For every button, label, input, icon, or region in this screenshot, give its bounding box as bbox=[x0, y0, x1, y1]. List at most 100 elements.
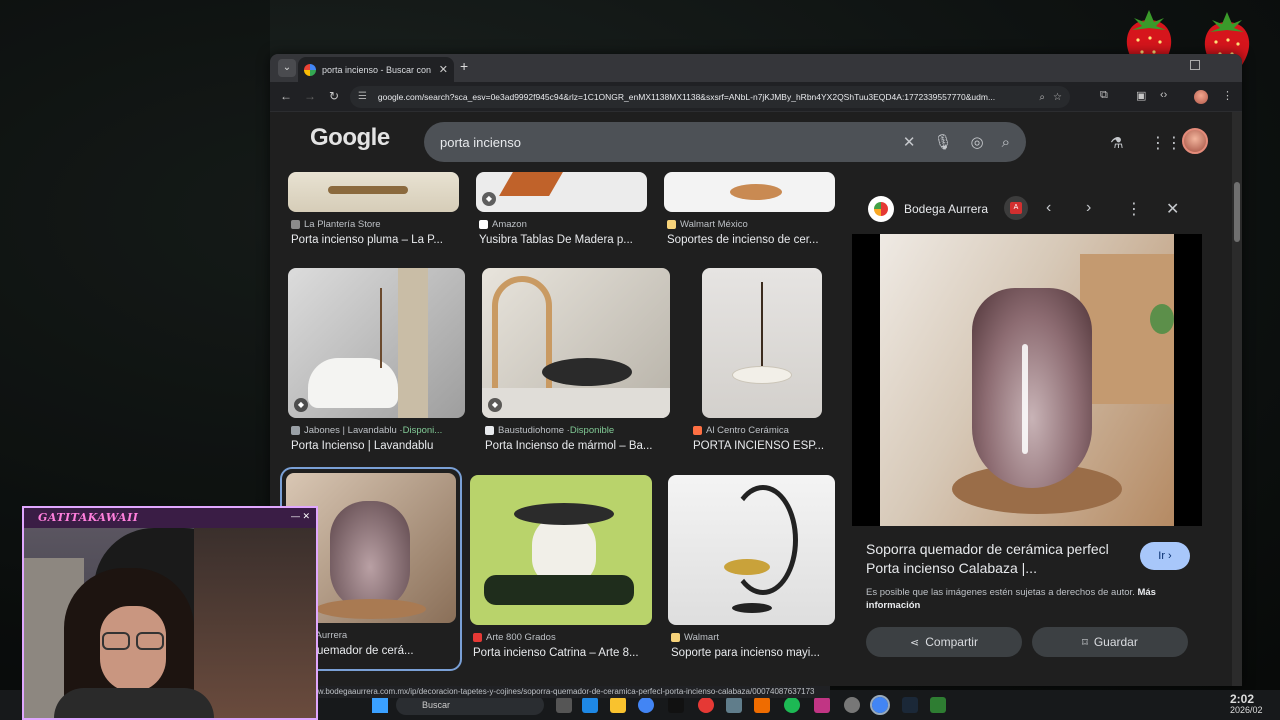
result-title[interactable]: Soportes de incienso de cer... bbox=[667, 234, 835, 246]
tiktok-icon[interactable] bbox=[668, 697, 684, 713]
tab-search-button[interactable]: ⌄ bbox=[278, 59, 296, 77]
result-title[interactable]: Yusibra Tablas De Madera p... bbox=[479, 234, 647, 246]
source-name: Walmart México bbox=[680, 219, 748, 230]
extensions-icon[interactable]: ⧉ bbox=[1100, 89, 1108, 102]
clear-icon[interactable]: ✕ bbox=[903, 133, 916, 151]
result-image[interactable] bbox=[470, 475, 652, 625]
zoom-icon[interactable]: ⌕ bbox=[1039, 92, 1045, 103]
source-favicon-icon bbox=[693, 426, 702, 435]
panel-title[interactable]: Soporra quemador de cerámica perfecl Por… bbox=[866, 540, 1116, 578]
source-name: Arte 800 Grados bbox=[486, 632, 556, 643]
task-view-icon[interactable] bbox=[556, 697, 572, 713]
browser-tab[interactable]: porta incienso - Buscar con Google ✕ bbox=[298, 57, 454, 82]
source-name: Al Centro Cerámica bbox=[706, 425, 789, 436]
scrollbar-thumb[interactable] bbox=[1234, 182, 1240, 242]
back-button[interactable]: ← bbox=[278, 88, 294, 104]
app-orange-icon[interactable] bbox=[754, 697, 770, 713]
result-image[interactable] bbox=[664, 172, 835, 212]
source-logo[interactable] bbox=[868, 196, 894, 222]
search-input[interactable] bbox=[440, 134, 885, 150]
result-image[interactable] bbox=[702, 268, 822, 418]
source-favicon-icon bbox=[479, 220, 488, 229]
result-source: Arte 800 Grados bbox=[473, 632, 652, 643]
result-title[interactable]: Soporte para incienso mayi... bbox=[671, 647, 835, 659]
reload-button[interactable]: ↻ bbox=[326, 88, 342, 104]
source-favicon-icon bbox=[671, 633, 680, 642]
save-button[interactable]: ⌑ Guardar bbox=[1032, 627, 1188, 657]
result-source: Walmart bbox=[671, 632, 835, 643]
result-image[interactable]: ◆ bbox=[476, 172, 647, 212]
result-card[interactable]: Arte 800 Grados Porta incienso Catrina –… bbox=[470, 475, 652, 665]
save-label: Guardar bbox=[1093, 635, 1138, 649]
microphone-icon[interactable]: 🎙 bbox=[933, 133, 952, 151]
calculator-icon[interactable] bbox=[726, 697, 742, 713]
result-source: Walmart México bbox=[667, 219, 835, 230]
product-tag-icon: ◆ bbox=[482, 192, 496, 206]
browser-menu-icon[interactable]: ⋮ bbox=[1222, 89, 1233, 102]
share-button[interactable]: ⋖ Compartir bbox=[866, 627, 1022, 657]
source-favicon-icon bbox=[473, 633, 482, 642]
result-image[interactable] bbox=[288, 172, 459, 212]
chevron-right-icon[interactable]: › bbox=[1086, 199, 1091, 217]
search-box[interactable]: ✕ 🎙 ◎ ⌕ bbox=[424, 122, 1026, 162]
result-card[interactable]: La Plantería Store Porta incienso pluma … bbox=[288, 172, 459, 248]
result-title[interactable]: PORTA INCIENSO ESP... bbox=[693, 440, 838, 452]
panel-source[interactable]: Bodega Aurrera bbox=[904, 202, 988, 216]
result-card[interactable]: Al Centro Cerámica PORTA INCIENSO ESP... bbox=[690, 268, 838, 458]
profile-avatar[interactable] bbox=[1194, 90, 1208, 104]
maximize-button[interactable] bbox=[1190, 60, 1200, 70]
browser-toolbar: ← → ↻ ☰ google.com/search?sca_esv=0e3ad9… bbox=[270, 82, 1242, 112]
file-explorer-icon[interactable] bbox=[610, 697, 626, 713]
labs-icon[interactable]: ⚗ bbox=[1110, 134, 1123, 152]
result-card[interactable]: ◆ Jabones | Lavandablu · Disponi... Port… bbox=[288, 268, 465, 458]
preview-image[interactable] bbox=[852, 234, 1202, 526]
result-image[interactable]: ◆ bbox=[288, 268, 465, 418]
system-clock[interactable]: 2:02 2026/02 bbox=[1230, 692, 1263, 716]
result-card[interactable]: Walmart México Soportes de incienso de c… bbox=[664, 172, 835, 248]
link-status-bar: ww.bodegaaurrera.com.mx/ip/decoracion-ta… bbox=[270, 686, 830, 698]
taskbar-search[interactable]: Buscar bbox=[396, 695, 544, 715]
close-icon[interactable]: ✕ bbox=[1166, 199, 1179, 219]
site-info-icon[interactable]: ☰ bbox=[358, 91, 370, 103]
obs-icon[interactable] bbox=[844, 697, 860, 713]
clock-time: 2:02 bbox=[1230, 692, 1255, 706]
tab-title: porta incienso - Buscar con Google bbox=[322, 64, 433, 75]
result-title[interactable]: Porta Incienso | Lavandablu bbox=[291, 440, 465, 452]
forward-button[interactable]: → bbox=[302, 88, 318, 104]
result-title[interactable]: Porta Incienso de mármol – Ba... bbox=[485, 440, 670, 452]
windows-start-icon[interactable] bbox=[372, 697, 388, 713]
result-source: La Plantería Store bbox=[291, 219, 459, 230]
result-card[interactable]: ◆ Amazon Yusibra Tablas De Madera p... bbox=[476, 172, 647, 248]
spotify-icon[interactable] bbox=[784, 697, 800, 713]
chrome-icon[interactable] bbox=[638, 697, 654, 713]
edge-icon[interactable] bbox=[582, 697, 598, 713]
address-bar[interactable]: ☰ google.com/search?sca_esv=0e3ad9992f94… bbox=[350, 86, 1070, 108]
lens-icon[interactable]: ◎ bbox=[971, 133, 984, 151]
result-image[interactable] bbox=[668, 475, 835, 625]
account-avatar[interactable] bbox=[1182, 128, 1208, 154]
app-red-icon[interactable] bbox=[698, 697, 714, 713]
devtools-icon[interactable]: ‹› bbox=[1160, 89, 1167, 101]
close-tab-icon[interactable]: ✕ bbox=[439, 63, 448, 76]
screenshot-icon[interactable]: ▣ bbox=[1136, 89, 1146, 102]
pdf-icon[interactable]: A bbox=[1004, 196, 1028, 220]
app-green-icon[interactable] bbox=[930, 697, 946, 713]
bookmark-icon: ⌑ bbox=[1082, 636, 1088, 649]
visit-button[interactable]: Ir › bbox=[1140, 542, 1190, 570]
streamer-name: GATITAKAWAII bbox=[38, 511, 139, 524]
result-image[interactable]: ◆ bbox=[482, 268, 670, 418]
more-options-icon[interactable]: ⋮ bbox=[1126, 199, 1142, 219]
chrome-active-icon[interactable] bbox=[870, 695, 890, 715]
result-title[interactable]: Porta incienso Catrina – Arte 8... bbox=[473, 647, 652, 659]
new-tab-button[interactable]: + bbox=[460, 58, 468, 74]
result-card[interactable]: Walmart Soporte para incienso mayi... bbox=[668, 475, 835, 665]
result-card[interactable]: ◆ Baustudiohome · Disponible Porta Incie… bbox=[482, 268, 670, 458]
instagram-icon[interactable] bbox=[814, 697, 830, 713]
result-title[interactable]: Porta incienso pluma – La P... bbox=[291, 234, 459, 246]
page-scrollbar[interactable] bbox=[1232, 112, 1242, 686]
steam-icon[interactable] bbox=[902, 697, 918, 713]
search-icon[interactable]: ⌕ bbox=[1002, 134, 1010, 151]
bookmark-star-icon[interactable]: ☆ bbox=[1053, 92, 1062, 103]
google-logo[interactable]: Google bbox=[310, 124, 390, 152]
chevron-left-icon[interactable]: ‹ bbox=[1046, 199, 1051, 217]
